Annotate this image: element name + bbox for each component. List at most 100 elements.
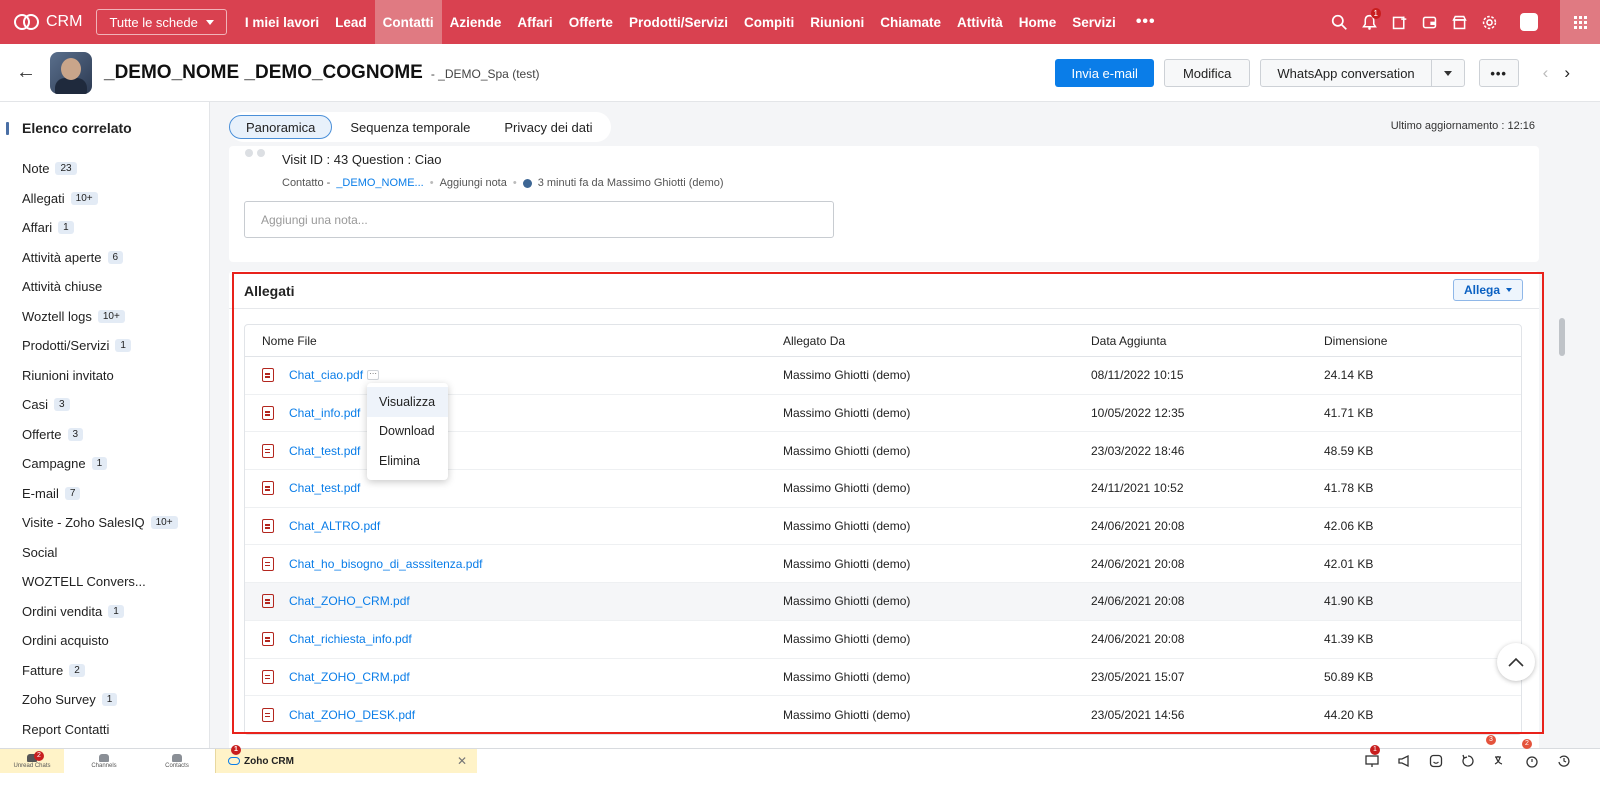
presentation-button[interactable]: 1: [1356, 745, 1388, 773]
scroll-thumb[interactable]: [1559, 318, 1565, 356]
file-name-link[interactable]: Chat_ciao.pdf: [289, 368, 363, 382]
file-name-link[interactable]: Chat_test.pdf: [289, 481, 360, 495]
collapse-icon[interactable]: [6, 121, 9, 135]
nav-item-offerte[interactable]: Offerte: [561, 0, 621, 44]
nav-item-attivit-[interactable]: Attività: [949, 0, 1011, 44]
menu-item-elimina[interactable]: Elimina: [367, 446, 448, 476]
sidebar-item-woztell-convers-[interactable]: WOZTELL Convers...: [0, 567, 209, 597]
col-attached-by[interactable]: Allegato Da: [783, 334, 1091, 348]
col-date-added[interactable]: Data Aggiunta: [1091, 334, 1324, 348]
wallet-button[interactable]: [1414, 0, 1444, 44]
smiley-button[interactable]: [1420, 749, 1452, 773]
contact-photo[interactable]: [50, 51, 92, 94]
previous-record-icon[interactable]: ‹: [1543, 63, 1549, 83]
search-button[interactable]: [1324, 0, 1354, 44]
table-row[interactable]: Chat_ZOHO_CRM.pdf Massimo Ghiotti (demo) 2…: [245, 659, 1521, 697]
nav-item-prodotti-servizi[interactable]: Prodotti/Servizi: [621, 0, 736, 44]
nav-item-i-miei-lavori[interactable]: I miei lavori: [237, 0, 327, 44]
nav-item-chiamate[interactable]: Chiamate: [872, 0, 949, 44]
crm-logo[interactable]: CRM: [0, 13, 96, 31]
nav-item-contatti[interactable]: Contatti: [374, 0, 442, 44]
channels-button[interactable]: Channels: [72, 749, 136, 773]
whatsapp-dropdown[interactable]: [1432, 70, 1464, 76]
vertical-scrollbar[interactable]: [1556, 104, 1568, 748]
apps-button[interactable]: [1560, 0, 1600, 44]
note-contact-link[interactable]: _DEMO_NOME...: [336, 177, 423, 189]
sidebar-item-visite-zoho-salesiq[interactable]: Visite - Zoho SalesIQ 10+: [0, 508, 209, 538]
unread-chats-button[interactable]: Unread Chats 2: [0, 749, 64, 773]
history-button[interactable]: [1548, 749, 1580, 773]
tab-sequenza-temporale[interactable]: Sequenza temporale: [334, 115, 486, 139]
whatsapp-button[interactable]: WhatsApp conversation: [1260, 59, 1465, 87]
table-row[interactable]: Chat_ho_bisogno_di_asssitenza.pdf Massimo…: [245, 545, 1521, 584]
back-arrow-icon[interactable]: ←: [16, 61, 36, 84]
file-name-link[interactable]: Chat_test.pdf: [289, 444, 360, 458]
user-avatar[interactable]: [1520, 13, 1538, 31]
sidebar-item-social[interactable]: Social: [0, 538, 209, 568]
file-name-link[interactable]: Chat_ZOHO_CRM.pdf: [289, 594, 410, 608]
table-row[interactable]: Chat_ALTRO.pdf Massimo Ghiotti (demo) 24/0…: [245, 508, 1521, 546]
translate-button[interactable]: 3: [1484, 735, 1516, 773]
menu-item-visualizza[interactable]: Visualizza: [367, 387, 448, 417]
calendar-add-button[interactable]: [1384, 0, 1414, 44]
sidebar-item-zoho-survey[interactable]: Zoho Survey 1: [0, 685, 209, 715]
nav-item-home[interactable]: Home: [1011, 0, 1065, 44]
all-tabs-selector[interactable]: Tutte le schede: [96, 9, 227, 35]
file-name-link[interactable]: Chat_ALTRO.pdf: [289, 519, 380, 533]
file-name-link[interactable]: Chat_ZOHO_CRM.pdf: [289, 670, 410, 684]
file-name-link[interactable]: Chat_ZOHO_DESK.pdf: [289, 708, 415, 722]
sidebar-item-prodotti-servizi[interactable]: Prodotti/Servizi 1: [0, 331, 209, 361]
edit-button[interactable]: Modifica: [1163, 59, 1251, 87]
sidebar-item-affari[interactable]: Affari 1: [0, 213, 209, 243]
nav-item-aziende[interactable]: Aziende: [442, 0, 510, 44]
tab-privacy-dei-dati[interactable]: Privacy dei dati: [488, 115, 608, 139]
scroll-top-button[interactable]: [1497, 643, 1535, 681]
zoho-crm-chat-tab[interactable]: 1 Zoho CRM ✕: [215, 745, 477, 773]
table-row[interactable]: Chat_ZOHO_DESK.pdf Massimo Ghiotti (demo)…: [245, 696, 1521, 734]
sidebar-item-riunioni-invitato[interactable]: Riunioni invitato: [0, 361, 209, 391]
sidebar-item-attivit-chiuse[interactable]: Attività chiuse: [0, 272, 209, 302]
col-size[interactable]: Dimensione: [1324, 334, 1514, 348]
sidebar-item-ordini-vendita[interactable]: Ordini vendita 1: [0, 597, 209, 627]
sidebar-item-attivit-aperte[interactable]: Attività aperte 6: [0, 243, 209, 273]
table-row[interactable]: Chat_ZOHO_CRM.pdf Massimo Ghiotti (demo) 2…: [245, 583, 1521, 621]
send-email-button[interactable]: Invia e-mail: [1055, 59, 1154, 87]
nav-item-servizi[interactable]: Servizi: [1064, 0, 1124, 44]
nav-item-affari[interactable]: Affari: [509, 0, 560, 44]
marketplace-button[interactable]: [1444, 0, 1474, 44]
col-file-name[interactable]: Nome File: [245, 334, 783, 348]
sidebar-item-fatture[interactable]: Fatture 2: [0, 656, 209, 686]
add-note-input[interactable]: Aggiungi una nota...: [244, 201, 834, 238]
more-options-button[interactable]: ···: [367, 370, 380, 381]
contacts-button[interactable]: Contacts: [145, 749, 209, 773]
alarm-button[interactable]: 2: [1516, 739, 1548, 773]
sidebar-item-casi[interactable]: Casi 3: [0, 390, 209, 420]
file-name-link[interactable]: Chat_info.pdf: [289, 406, 360, 420]
nav-item-lead[interactable]: Lead: [327, 0, 375, 44]
file-name-link[interactable]: Chat_ho_bisogno_di_asssitenza.pdf: [289, 557, 482, 571]
table-row[interactable]: Chat_richiesta_info.pdf Massimo Ghiotti (…: [245, 621, 1521, 659]
announce-button[interactable]: [1388, 749, 1420, 773]
sidebar-item-note[interactable]: Note 23: [0, 154, 209, 184]
nav-item-compiti[interactable]: Compiti: [736, 0, 802, 44]
settings-button[interactable]: [1474, 0, 1504, 44]
sidebar-item-e-mail[interactable]: E-mail 7: [0, 479, 209, 509]
sidebar-item-ordini-acquisto[interactable]: Ordini acquisto: [0, 626, 209, 656]
next-record-icon[interactable]: ›: [1564, 63, 1570, 83]
sidebar-item-offerte[interactable]: Offerte 3: [0, 420, 209, 450]
notifications-button[interactable]: 1: [1354, 0, 1384, 44]
sidebar-item-woztell-logs[interactable]: Woztell logs 10+: [0, 302, 209, 332]
add-note-link[interactable]: Aggiungi nota: [440, 177, 507, 189]
nav-item-riunioni[interactable]: Riunioni: [802, 0, 872, 44]
sidebar-item-report-contatti[interactable]: Report Contatti: [0, 715, 209, 745]
file-name-link[interactable]: Chat_richiesta_info.pdf: [289, 632, 412, 646]
tab-panoramica[interactable]: Panoramica: [229, 115, 333, 139]
attach-button[interactable]: Allega: [1452, 279, 1523, 301]
sidebar-item-allegati[interactable]: Allegati 10+: [0, 184, 209, 214]
sidebar-item-campagne[interactable]: Campagne 1: [0, 449, 209, 479]
whatsapp-label[interactable]: WhatsApp conversation: [1261, 60, 1432, 86]
close-icon[interactable]: ✕: [457, 754, 467, 768]
nav-more-button[interactable]: •••: [1124, 13, 1168, 31]
more-actions-button[interactable]: •••: [1478, 59, 1519, 87]
menu-item-download[interactable]: Download: [367, 417, 448, 447]
